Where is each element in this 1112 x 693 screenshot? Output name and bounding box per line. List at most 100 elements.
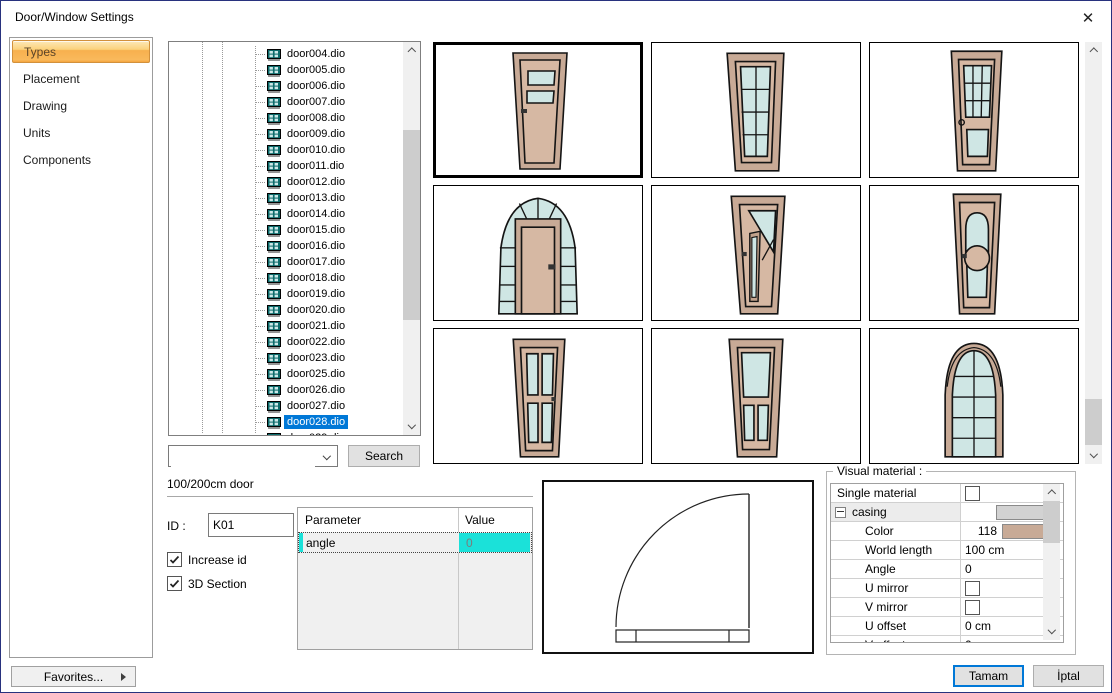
tree-elbow — [255, 374, 265, 375]
door-file-icon — [267, 369, 281, 381]
sidebar-item-types[interactable]: Types — [12, 40, 150, 63]
tree-elbow — [255, 70, 265, 71]
sidebar-item-components[interactable]: Components — [10, 146, 152, 173]
tree-item-door015-dio[interactable]: door015.dio — [169, 222, 403, 238]
tree-elbow — [255, 134, 265, 135]
tree-item-label: door007.dio — [284, 95, 348, 109]
door-file-icon — [267, 81, 281, 93]
parameter-value[interactable]: 0 — [459, 533, 530, 552]
material-scrollbar[interactable] — [1043, 484, 1060, 640]
tree-item-door004-dio[interactable]: door004.dio — [169, 46, 403, 62]
id-field[interactable] — [208, 513, 294, 537]
door-diagonal-lite-preview[interactable] — [651, 185, 861, 321]
checkbox[interactable] — [965, 581, 980, 596]
checkbox[interactable] — [965, 600, 980, 615]
checkbox[interactable] — [965, 486, 980, 501]
material-row-u-offset[interactable]: U offset0 cm — [831, 617, 1063, 636]
tree-elbow — [255, 198, 265, 199]
material-row-u-mirror[interactable]: U mirror — [831, 579, 1063, 598]
collapse-icon[interactable] — [835, 507, 846, 518]
tree-item-label: door008.dio — [284, 111, 348, 125]
checkbox[interactable] — [167, 552, 182, 567]
cancel-button[interactable]: İptal — [1033, 665, 1104, 687]
checkbox-3d-section[interactable]: 3D Section — [167, 576, 247, 591]
ok-button[interactable]: Tamam — [953, 665, 1024, 687]
material-property-grid: Single materialcasingColor118World lengt… — [830, 483, 1064, 643]
tree-elbow — [255, 230, 265, 231]
tree-item-door028-dio[interactable]: door028.dio — [169, 414, 403, 430]
tree-item-door013-dio[interactable]: door013.dio — [169, 190, 403, 206]
tree-item-label: door019.dio — [284, 287, 348, 301]
sidebar-item-drawing[interactable]: Drawing — [10, 92, 152, 119]
tree-item-door007-dio[interactable]: door007.dio — [169, 94, 403, 110]
tree-item-label: door016.dio — [284, 239, 348, 253]
material-row-label: World length — [865, 543, 932, 557]
scroll-down-icon[interactable] — [1085, 447, 1102, 464]
door-arch-lite-medallion-preview[interactable] — [869, 185, 1079, 321]
door-file-tree[interactable]: door004.dio door005.dio door006.dio door… — [168, 41, 421, 436]
search-combobox[interactable] — [168, 445, 338, 467]
tree-item-label: door011.dio — [284, 159, 347, 173]
tree-item-door017-dio[interactable]: door017.dio — [169, 254, 403, 270]
parameter-row-angle[interactable]: angle0 — [298, 532, 532, 553]
tree-item-door019-dio[interactable]: door019.dio — [169, 286, 403, 302]
checkbox-label: 3D Section — [188, 577, 247, 591]
material-row-v-mirror[interactable]: V mirror — [831, 598, 1063, 617]
tree-elbow — [255, 150, 265, 151]
tree-item-door026-dio[interactable]: door026.dio — [169, 382, 403, 398]
material-row-angle[interactable]: Angle0 — [831, 560, 1063, 579]
tree-scrollbar-thumb[interactable] — [403, 130, 420, 320]
sidebar-item-units[interactable]: Units — [10, 119, 152, 146]
tree-item-door023-dio[interactable]: door023.dio — [169, 350, 403, 366]
material-row-color[interactable]: Color118 — [831, 522, 1063, 541]
tree-item-door009-dio[interactable]: door009.dio — [169, 126, 403, 142]
tree-item-door006-dio[interactable]: door006.dio — [169, 78, 403, 94]
tree-item-door008-dio[interactable]: door008.dio — [169, 110, 403, 126]
material-row-single-material[interactable]: Single material — [831, 484, 1063, 503]
scroll-up-icon[interactable] — [1043, 484, 1060, 501]
door-file-icon — [267, 113, 281, 125]
scroll-up-icon[interactable] — [1085, 42, 1102, 59]
door-arched-sidelights-preview[interactable] — [433, 185, 643, 321]
door-file-icon — [267, 145, 281, 157]
favorites-button[interactable]: Favorites... — [11, 666, 136, 687]
tree-item-door029-dio[interactable]: door029.dio — [169, 430, 403, 436]
search-button[interactable]: Search — [348, 445, 420, 467]
tree-item-door020-dio[interactable]: door020.dio — [169, 302, 403, 318]
scroll-down-icon[interactable] — [1043, 623, 1060, 640]
sidebar-item-placement[interactable]: Placement — [10, 65, 152, 92]
tree-item-door014-dio[interactable]: door014.dio — [169, 206, 403, 222]
material-row-v-offset[interactable]: V offset0 cm — [831, 636, 1063, 643]
door-grid-3x3-bottom-lite-preview[interactable] — [869, 42, 1079, 178]
door-glazed-grid-2x4-preview[interactable] — [651, 42, 861, 178]
preview-scrollbar[interactable] — [1085, 42, 1102, 464]
tree-item-door011-dio[interactable]: door011.dio — [169, 158, 403, 174]
tree-scrollbar[interactable] — [403, 42, 420, 435]
tree-item-door021-dio[interactable]: door021.dio — [169, 318, 403, 334]
material-row-world-length[interactable]: World length100 cm — [831, 541, 1063, 560]
material-scrollbar-thumb[interactable] — [1043, 501, 1060, 543]
scroll-down-icon[interactable] — [403, 418, 420, 435]
close-icon[interactable]: ✕ — [1075, 6, 1101, 30]
checkbox-increase-id[interactable]: Increase id — [167, 552, 247, 567]
door-four-lites-preview[interactable] — [433, 328, 643, 464]
checkbox[interactable] — [167, 576, 182, 591]
tree-item-door010-dio[interactable]: door010.dio — [169, 142, 403, 158]
tree-item-door022-dio[interactable]: door022.dio — [169, 334, 403, 350]
scroll-up-icon[interactable] — [403, 42, 420, 59]
door-two-lites-preview[interactable] — [433, 42, 643, 178]
tree-item-door027-dio[interactable]: door027.dio — [169, 398, 403, 414]
tree-item-door012-dio[interactable]: door012.dio — [169, 174, 403, 190]
tree-item-door018-dio[interactable]: door018.dio — [169, 270, 403, 286]
favorites-button-label: Favorites... — [44, 670, 103, 684]
tree-item-door025-dio[interactable]: door025.dio — [169, 366, 403, 382]
search-combobox-input[interactable] — [171, 447, 315, 467]
tree-item-door016-dio[interactable]: door016.dio — [169, 238, 403, 254]
material-row-label: V offset — [865, 638, 905, 643]
tree-item-door005-dio[interactable]: door005.dio — [169, 62, 403, 78]
material-row-casing[interactable]: casing — [831, 503, 1063, 522]
door-preview-grid — [433, 42, 1079, 464]
preview-scrollbar-thumb[interactable] — [1085, 399, 1102, 445]
door-top-lite-two-bottom-preview[interactable] — [651, 328, 861, 464]
door-arched-glazed-grid-preview[interactable] — [869, 328, 1079, 464]
